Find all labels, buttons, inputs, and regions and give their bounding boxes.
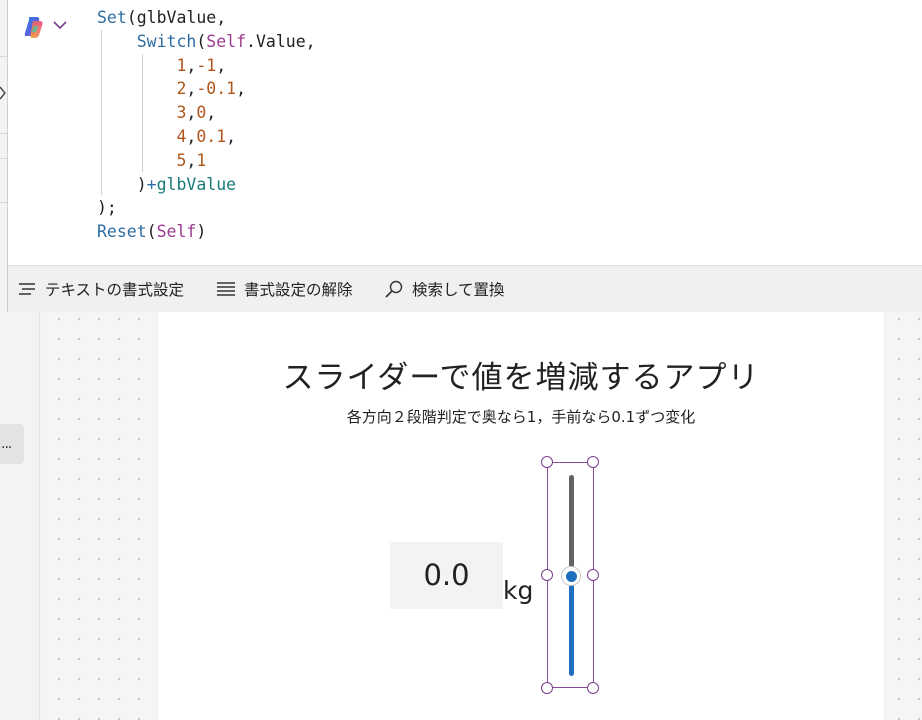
code-token: , bbox=[206, 103, 217, 123]
slider-thumb[interactable] bbox=[561, 566, 581, 586]
code-token: , bbox=[186, 55, 197, 75]
code-line[interactable]: 2,-0.1, bbox=[97, 77, 316, 101]
format-text-button[interactable]: テキストの書式設定 bbox=[17, 266, 184, 312]
more-options-button[interactable]: ... bbox=[0, 424, 24, 464]
resize-handle-bottom-left[interactable] bbox=[541, 682, 553, 694]
code-token: 1 bbox=[196, 150, 207, 170]
code-token: + bbox=[146, 174, 157, 194]
search-icon bbox=[385, 280, 403, 298]
code-token: Switch bbox=[136, 31, 197, 51]
code-token: -0.1 bbox=[196, 79, 237, 99]
code-token: 5 bbox=[176, 150, 187, 170]
code-token: 2 bbox=[176, 79, 187, 99]
code-token: , bbox=[186, 103, 197, 123]
lines-icon bbox=[217, 282, 235, 296]
code-token: -1 bbox=[196, 55, 217, 75]
code-line[interactable]: 3,0, bbox=[97, 101, 316, 125]
code-line[interactable]: 1,-1, bbox=[97, 54, 316, 78]
resize-handle-top-left[interactable] bbox=[541, 456, 553, 468]
chevron-right-icon[interactable] bbox=[0, 86, 7, 100]
find-replace-button[interactable]: 検索して置換 bbox=[384, 266, 505, 312]
unit-label[interactable]: kg bbox=[503, 576, 533, 605]
code-line[interactable]: 4,0.1, bbox=[97, 125, 316, 149]
code-token: Self bbox=[206, 31, 247, 51]
screen: { "formula_editor": { "copilot_label": "… bbox=[0, 0, 922, 720]
code-token: , bbox=[216, 55, 227, 75]
code-line[interactable]: Switch(Self.Value, bbox=[97, 30, 316, 54]
formula-toolbar: テキストの書式設定 書式設定の解除 検索して置換 bbox=[8, 266, 922, 312]
code-token: , bbox=[186, 79, 197, 99]
code-token: 0.1 bbox=[196, 126, 227, 146]
code-token: 3 bbox=[176, 103, 187, 123]
code-line[interactable]: Reset(Self) bbox=[97, 220, 316, 244]
chevron-down-icon[interactable] bbox=[53, 20, 67, 30]
formula-bar: Set(glbValue, Switch(Self.Value, 1,-1, 2… bbox=[7, 0, 922, 312]
code-line[interactable]: )+glbValue bbox=[97, 173, 316, 197]
code-token: .Value, bbox=[246, 31, 316, 51]
app-subtitle[interactable]: 各方向２段階判定で奥なら1，手前なら0.1ずつ変化 bbox=[104, 406, 922, 427]
code-line[interactable]: Set(glbValue, bbox=[97, 6, 316, 30]
resize-handle-top-right[interactable] bbox=[587, 456, 599, 468]
code-token: 0 bbox=[196, 103, 207, 123]
remove-format-label: 書式設定の解除 bbox=[244, 281, 353, 299]
resize-handle-middle-left[interactable] bbox=[541, 569, 553, 581]
copilot-icon[interactable] bbox=[22, 14, 48, 40]
code-token: ) bbox=[97, 174, 147, 194]
code-line[interactable]: 5,1 bbox=[97, 149, 316, 173]
format-lines-icon bbox=[19, 283, 35, 295]
slider-rail[interactable] bbox=[569, 475, 574, 574]
code-token: , bbox=[236, 79, 247, 99]
value-label[interactable]: 0.0 bbox=[390, 542, 503, 609]
formula-editor[interactable]: Set(glbValue, Switch(Self.Value, 1,-1, 2… bbox=[8, 0, 922, 266]
code-token: ) bbox=[196, 222, 207, 242]
code-token: ( bbox=[146, 222, 157, 242]
slider-value-fill[interactable] bbox=[569, 576, 574, 676]
formula-code[interactable]: Set(glbValue, Switch(Self.Value, 1,-1, 2… bbox=[97, 6, 316, 244]
resize-handle-bottom-right[interactable] bbox=[587, 682, 599, 694]
code-token: , bbox=[186, 150, 197, 170]
app-title[interactable]: スライダーで値を増減するアプリ bbox=[104, 352, 922, 397]
code-token: , bbox=[186, 126, 197, 146]
code-token: , bbox=[226, 126, 237, 146]
code-token: ); bbox=[97, 198, 117, 218]
app-screen: スライダーで値を増減するアプリ 各方向２段階判定で奥なら1，手前なら0.1ずつ変… bbox=[158, 300, 884, 720]
code-token: 4 bbox=[176, 126, 187, 146]
format-text-label: テキストの書式設定 bbox=[45, 281, 185, 299]
find-replace-label: 検索して置換 bbox=[412, 281, 505, 299]
resize-handle-middle-right[interactable] bbox=[587, 569, 599, 581]
code-token: 1 bbox=[176, 55, 187, 75]
code-token: Reset bbox=[97, 222, 147, 242]
code-token: ( bbox=[196, 31, 207, 51]
code-token: glbValue bbox=[156, 174, 237, 194]
code-token: (glbValue, bbox=[126, 8, 227, 27]
code-line[interactable]: ); bbox=[97, 196, 316, 220]
code-token: Set bbox=[97, 8, 127, 27]
remove-format-button[interactable]: 書式設定の解除 bbox=[216, 266, 353, 312]
code-token: Self bbox=[156, 222, 197, 242]
